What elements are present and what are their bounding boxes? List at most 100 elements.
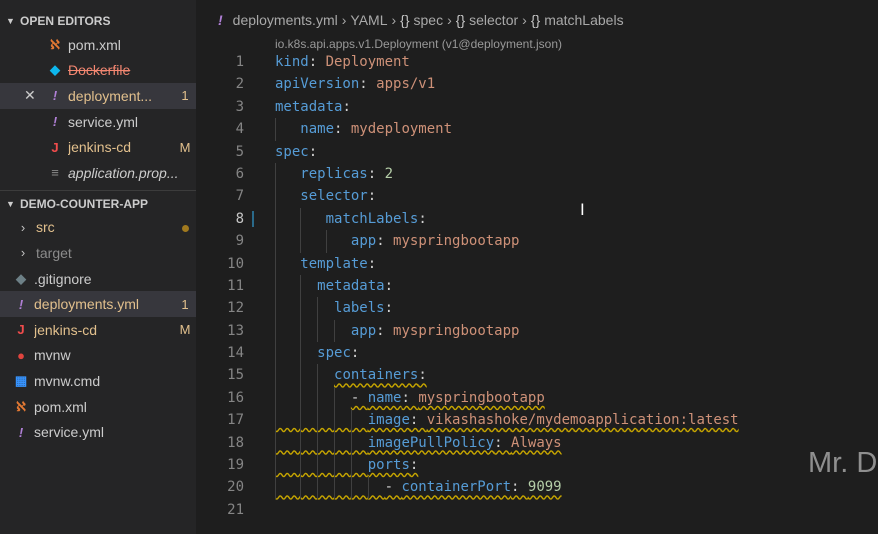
line-number: 8 bbox=[235, 210, 244, 227]
code-line: 16 - name: myspringbootapp bbox=[196, 386, 878, 410]
file-label: service.yml bbox=[68, 113, 139, 130]
chevron-down-icon: ▼ bbox=[6, 198, 15, 209]
sidebar: ▼ OPEN EDITORS ℵ pom.xml ◆ Dockerfile ✕ … bbox=[0, 0, 196, 534]
windows-icon: ▦ bbox=[14, 372, 28, 388]
code-line: 3 metadata: bbox=[196, 96, 878, 118]
folder-item[interactable]: › src bbox=[0, 215, 196, 241]
yaml-key: app bbox=[350, 322, 377, 339]
editor-pane: ! deployments.yml › YAML › {} spec › {} … bbox=[196, 0, 878, 534]
yaml-value: myspringbootapp bbox=[418, 389, 545, 406]
open-editor-item-active[interactable]: ✕ ! deployment... 1 bbox=[0, 83, 196, 109]
yaml-key: name bbox=[367, 389, 402, 406]
yaml-key: ports bbox=[367, 457, 410, 474]
code-line: 15 containers: bbox=[196, 364, 878, 388]
yaml-value: Deployment bbox=[325, 54, 410, 70]
code-line: 7 selector: bbox=[196, 185, 878, 209]
yaml-key: image bbox=[367, 412, 410, 429]
code-line: 10 template: bbox=[196, 252, 878, 276]
line-number: 1 bbox=[235, 54, 244, 70]
file-label: deployment... bbox=[68, 87, 153, 104]
rss-icon: ℵ bbox=[50, 36, 60, 52]
file-label: deployments.yml bbox=[34, 296, 140, 313]
yaml-value: mydeployment bbox=[350, 121, 453, 138]
schema-codelens[interactable]: io.k8s.api.apps.v1.Deployment (v1@deploy… bbox=[275, 37, 562, 51]
open-editor-item[interactable]: J jenkins-cd M bbox=[0, 134, 196, 160]
yaml-value: apps/v1 bbox=[376, 76, 436, 93]
modified-badge: M bbox=[179, 139, 191, 155]
code-line: 21 bbox=[196, 499, 878, 521]
current-line-marker bbox=[252, 210, 254, 227]
explorer-list: › src › target ◆ .gitignore ! deployment… bbox=[0, 215, 196, 445]
chevron-right-icon: › bbox=[20, 245, 26, 261]
chevron-right-icon: › bbox=[391, 12, 397, 28]
yaml-key: metadata bbox=[275, 98, 343, 115]
braces-icon: {} bbox=[530, 12, 541, 28]
file-item[interactable]: ! service.yml bbox=[0, 419, 196, 445]
line-number: 20 bbox=[227, 479, 244, 496]
docker-icon: ◆ bbox=[50, 62, 60, 78]
file-item[interactable]: J jenkins-cd M bbox=[0, 317, 196, 343]
breadcrumb-file[interactable]: deployments.yml bbox=[233, 12, 338, 28]
braces-icon: {} bbox=[455, 12, 466, 28]
breadcrumb-item[interactable]: spec bbox=[414, 12, 444, 28]
breadcrumb-item[interactable]: YAML bbox=[350, 12, 387, 28]
yaml-value: 2 bbox=[384, 165, 394, 182]
open-editor-item[interactable]: ≡ application.prop... bbox=[0, 160, 196, 186]
line-number: 9 bbox=[235, 233, 244, 250]
yaml-key: kind bbox=[275, 54, 309, 70]
line-number: 21 bbox=[227, 501, 244, 518]
file-label: mvnw.cmd bbox=[34, 372, 101, 389]
yaml-value: vikashashoke/mydemoapplication:latest bbox=[426, 412, 739, 429]
open-editor-item[interactable]: ! service.yml bbox=[0, 109, 196, 135]
yaml-key: template bbox=[300, 255, 368, 272]
file-label: pom.xml bbox=[34, 398, 87, 415]
code-line: 1 kind: Deployment bbox=[196, 51, 878, 73]
open-editor-item[interactable]: ◆ Dockerfile bbox=[0, 58, 196, 84]
file-item[interactable]: ▦ mvnw.cmd bbox=[0, 368, 196, 394]
modified-dot bbox=[174, 220, 196, 235]
exclamation-icon: ! bbox=[218, 12, 223, 28]
yaml-key: labels bbox=[334, 300, 385, 317]
yaml-key: spec bbox=[317, 345, 351, 362]
explorer-header[interactable]: ▼ DEMO-COUNTER-APP bbox=[0, 193, 196, 215]
file-label: jenkins-cd bbox=[34, 321, 98, 338]
open-editor-item[interactable]: ℵ pom.xml bbox=[0, 32, 196, 58]
file-label: .gitignore bbox=[34, 270, 92, 287]
braces-icon: {} bbox=[400, 12, 410, 28]
yaml-key: imagePullPolicy bbox=[367, 434, 495, 451]
chevron-down-icon: ▼ bbox=[6, 16, 15, 26]
file-item[interactable]: ◆ .gitignore bbox=[0, 266, 196, 292]
file-item-active[interactable]: ! deployments.yml 1 bbox=[0, 291, 196, 317]
file-label: pom.xml bbox=[68, 36, 121, 53]
code-line: 5 spec: bbox=[196, 141, 878, 163]
code-area[interactable]: 1 kind: Deployment 2 apiVersion: apps/v1 3… bbox=[196, 51, 878, 521]
code-line-current: 8 matchLabels: bbox=[196, 207, 878, 231]
line-number: 18 bbox=[227, 434, 244, 451]
exclamation-icon: ! bbox=[18, 424, 24, 440]
line-number: 10 bbox=[227, 255, 244, 272]
explorer-title: DEMO-COUNTER-APP bbox=[20, 196, 148, 211]
code-line: 4 name: mydeployment bbox=[196, 118, 878, 141]
folder-item[interactable]: › target bbox=[0, 240, 196, 266]
folder-label: src bbox=[36, 219, 55, 236]
folder-label: target bbox=[36, 244, 72, 261]
breadcrumb-item[interactable]: selector bbox=[469, 12, 518, 28]
file-item[interactable]: ● mvnw bbox=[0, 343, 196, 369]
line-number: 15 bbox=[227, 367, 244, 384]
line-number: 16 bbox=[227, 389, 244, 406]
exclamation-icon: ! bbox=[52, 114, 58, 130]
breadcrumb-item[interactable]: matchLabels bbox=[544, 12, 623, 28]
yaml-value: Always bbox=[511, 434, 562, 451]
code-line: 18 imagePullPolicy: Always bbox=[196, 431, 878, 455]
exclamation-icon: ! bbox=[52, 88, 58, 104]
file-item[interactable]: ℵ pom.xml bbox=[0, 394, 196, 420]
file-label: Dockerfile bbox=[68, 62, 131, 79]
yaml-key: apiVersion bbox=[275, 76, 360, 93]
exclamation-icon: ! bbox=[18, 296, 24, 312]
yaml-key: selector bbox=[300, 188, 368, 205]
close-icon[interactable]: ✕ bbox=[24, 87, 36, 104]
chevron-right-icon: › bbox=[20, 219, 26, 235]
open-editors-header[interactable]: ▼ OPEN EDITORS bbox=[0, 10, 196, 32]
line-number: 13 bbox=[227, 322, 244, 339]
yaml-key: matchLabels bbox=[325, 210, 419, 227]
